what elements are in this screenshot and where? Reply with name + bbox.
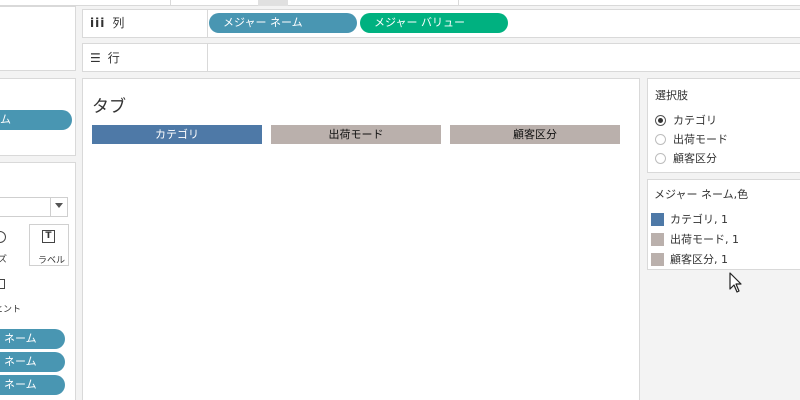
- legend-title: メジャー ネーム,色: [654, 188, 749, 201]
- filter-pill-label: ム: [0, 113, 11, 126]
- toolbar-divider: [458, 0, 459, 6]
- marks-pill-label: ネーム: [4, 378, 37, 391]
- label-icon: T: [42, 230, 55, 243]
- toolbar-tab[interactable]: [258, 0, 288, 6]
- rows-icon: ☰: [90, 50, 101, 65]
- parameter-option-label: カテゴリ: [673, 114, 717, 127]
- tab-ship-mode[interactable]: 出荷モード: [271, 125, 441, 144]
- tooltip-label: ヒント: [0, 305, 22, 315]
- columns-icon: iii: [90, 15, 106, 30]
- tab-segment-label: 顧客区分: [513, 128, 557, 141]
- columns-shelf-label: iii 列: [90, 14, 124, 31]
- size-icon: [0, 231, 6, 243]
- size-button[interactable]: ズ: [0, 224, 24, 266]
- dropdown-divider: [50, 198, 51, 216]
- parameter-option-ship-mode[interactable]: 出荷モード: [655, 131, 728, 147]
- measure-values-pill[interactable]: メジャー バリュー: [360, 13, 508, 33]
- rows-shelf-label: ☰ 行: [90, 49, 120, 66]
- marks-pill-label: ネーム: [4, 355, 37, 368]
- parameter-title: 選択肢: [655, 89, 688, 102]
- pages-card: [0, 6, 76, 71]
- label-button[interactable]: T ラベル: [29, 224, 69, 266]
- tab-category[interactable]: カテゴリ: [92, 125, 262, 144]
- parameter-option-segment[interactable]: 顧客区分: [655, 150, 717, 166]
- mark-type-dropdown[interactable]: [0, 197, 68, 217]
- legend-swatch: [651, 232, 664, 246]
- shelf-divider: [207, 44, 208, 71]
- tooltip-button[interactable]: ヒント: [0, 272, 24, 315]
- columns-label: 列: [112, 16, 125, 30]
- marks-pill-label: ネーム: [4, 332, 37, 345]
- legend-item-label: 顧客区分, 1: [670, 253, 728, 266]
- toolbar-divider: [170, 0, 171, 6]
- legend-swatch: [651, 212, 664, 226]
- chevron-down-icon: [55, 203, 63, 208]
- legend-item[interactable]: カテゴリ, 1: [651, 211, 728, 227]
- rows-shelf[interactable]: [82, 43, 800, 72]
- filter-pill[interactable]: ム: [0, 110, 72, 130]
- tab-segment[interactable]: 顧客区分: [450, 125, 620, 144]
- legend-item-label: カテゴリ, 1: [670, 213, 728, 226]
- tab-category-label: カテゴリ: [155, 128, 199, 141]
- marks-pill[interactable]: ネーム: [0, 352, 65, 372]
- marks-pill[interactable]: ネーム: [0, 329, 65, 349]
- radio[interactable]: [655, 133, 666, 145]
- tab-ship-mode-label: 出荷モード: [328, 128, 384, 141]
- shelf-divider: [207, 10, 208, 37]
- tooltip-icon: [0, 279, 5, 289]
- measure-names-pill[interactable]: メジャー ネーム: [209, 13, 357, 33]
- legend-item[interactable]: 顧客区分, 1: [651, 251, 728, 267]
- legend-item[interactable]: 出荷モード, 1: [651, 231, 739, 247]
- mouse-cursor-icon: [729, 272, 742, 293]
- rows-label: 行: [107, 51, 120, 65]
- parameter-option-label: 出荷モード: [673, 133, 728, 146]
- toolbar: [0, 0, 800, 6]
- parameter-option-category[interactable]: カテゴリ: [655, 112, 717, 128]
- legend-item-label: 出荷モード, 1: [670, 233, 739, 246]
- size-label: ズ: [0, 255, 8, 265]
- view-title: タブ: [92, 97, 126, 117]
- label-label: ラベル: [38, 256, 66, 266]
- legend-swatch: [651, 252, 664, 266]
- radio-selected[interactable]: [655, 114, 666, 126]
- parameter-option-label: 顧客区分: [673, 152, 717, 165]
- radio[interactable]: [655, 152, 666, 164]
- marks-pill[interactable]: ネーム: [0, 375, 65, 395]
